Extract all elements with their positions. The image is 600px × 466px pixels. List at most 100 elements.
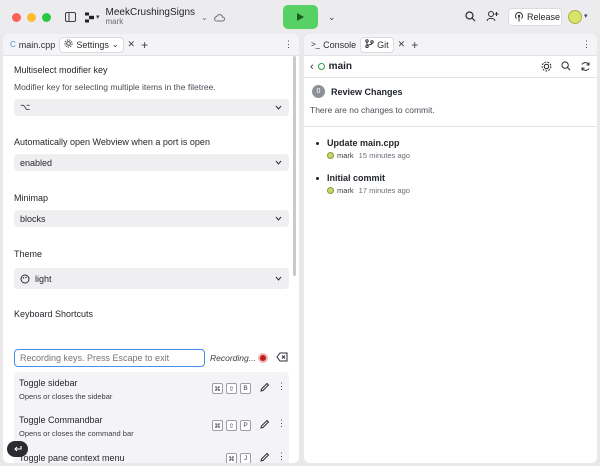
pane-menu-icon[interactable]: ⋮ xyxy=(582,39,591,50)
avatar xyxy=(327,152,334,159)
setting-label-theme: Theme xyxy=(14,249,43,259)
more-options-icon[interactable]: ⋮ xyxy=(277,418,286,429)
commit-node xyxy=(316,177,319,180)
avatar[interactable] xyxy=(568,10,582,24)
code-file-icon: C xyxy=(10,40,16,49)
repl-owner: mark xyxy=(105,17,124,27)
refresh-icon[interactable] xyxy=(580,61,591,74)
tab-settings-label: Settings xyxy=(76,39,109,50)
tab-console-label: Console xyxy=(323,39,357,50)
more-options-icon[interactable]: ⋮ xyxy=(277,451,286,462)
tab-git[interactable]: Git xyxy=(360,36,394,53)
float-action-button[interactable] xyxy=(7,441,28,457)
theme-select[interactable]: light xyxy=(14,268,289,289)
key-letter: B xyxy=(240,383,251,394)
commit-item[interactable]: Initial commit mark 17 minutes ago xyxy=(327,173,410,195)
run-button[interactable] xyxy=(283,5,318,29)
gear-icon[interactable] xyxy=(541,61,552,74)
close-tab-icon[interactable]: ✕ xyxy=(398,39,406,50)
repl-menu-chevron-icon[interactable]: ⌄ xyxy=(201,13,208,22)
divider xyxy=(304,126,597,127)
settings-content: Multiselect modifier key Modifier key fo… xyxy=(3,56,299,463)
run-options-chevron-icon[interactable]: ⌄ xyxy=(328,12,336,23)
no-changes-message: There are no changes to commit. xyxy=(310,105,435,115)
setting-desc-multiselect: Modifier key for selecting multiple item… xyxy=(14,82,216,92)
add-tab-icon[interactable]: + xyxy=(411,38,418,52)
invite-user-icon[interactable] xyxy=(486,10,499,22)
record-button[interactable] xyxy=(258,353,268,363)
list-item[interactable]: Toggle sidebar Opens or closes the sideb… xyxy=(14,376,289,412)
search-icon[interactable] xyxy=(465,11,476,22)
terminal-icon: >_ xyxy=(311,40,321,49)
tab-main-cpp-label: main.cpp xyxy=(18,39,56,50)
pane-menu-icon[interactable]: ⋮ xyxy=(284,39,293,50)
auto-webview-select[interactable]: enabled xyxy=(14,154,289,171)
select-value: enabled xyxy=(20,157,53,168)
minimize-window-button[interactable] xyxy=(27,12,36,22)
more-options-icon[interactable]: ⋮ xyxy=(277,381,286,392)
close-window-button[interactable] xyxy=(12,12,21,22)
review-changes-header[interactable]: 0 Review Changes xyxy=(312,85,403,98)
chevron-down-icon xyxy=(275,160,282,165)
recording-status: Recording... xyxy=(210,353,256,363)
branch-name[interactable]: main xyxy=(317,61,352,72)
list-item[interactable]: Toggle pane context menu ⌘ J ⋮ xyxy=(14,450,289,463)
commit-item[interactable]: Update main.cpp mark 15 minutes ago xyxy=(327,138,410,160)
commit-meta: mark 17 minutes ago xyxy=(327,186,410,195)
sidebar-toggle-icon[interactable] xyxy=(65,12,76,22)
key-shift: ⇧ xyxy=(226,420,237,431)
git-toolbar xyxy=(541,61,591,74)
commit-time: 17 minutes ago xyxy=(358,186,410,195)
edit-pencil-icon[interactable] xyxy=(260,452,270,463)
release-button[interactable]: Release xyxy=(508,8,562,26)
commit-time: 15 minutes ago xyxy=(358,151,410,160)
settings-pane: C main.cpp Settings ⌄ ✕ + ⋮ Multiselect … xyxy=(3,34,299,463)
tab-console[interactable]: >_ Console xyxy=(307,37,360,53)
window-controls xyxy=(12,12,51,22)
tab-git-label: Git xyxy=(377,39,389,50)
repl-info[interactable]: MeekCrushingSigns mark xyxy=(105,7,196,27)
setting-label-webview: Automatically open Webview when a port i… xyxy=(14,137,210,147)
shortcut-title: Toggle sidebar xyxy=(19,378,78,388)
select-value: ⌥ xyxy=(20,102,31,112)
list-item[interactable]: Toggle Commandbar Opens or closes the co… xyxy=(14,413,289,449)
close-tab-icon[interactable]: ✕ xyxy=(128,39,136,50)
cloud-sync-icon[interactable] xyxy=(213,13,225,22)
account-chevron-icon[interactable]: ▾ xyxy=(584,12,588,20)
shortcut-search-input[interactable] xyxy=(14,349,205,367)
maximize-window-button[interactable] xyxy=(42,12,51,22)
settings-scrollbar[interactable] xyxy=(293,56,296,276)
back-arrow-icon[interactable]: ‹ xyxy=(310,61,314,73)
add-tab-icon[interactable]: + xyxy=(141,38,148,52)
multiselect-modifier-select[interactable]: ⌥ xyxy=(14,99,289,116)
edit-pencil-icon[interactable] xyxy=(260,419,270,431)
review-changes-label: Review Changes xyxy=(331,86,403,97)
edit-pencil-icon[interactable] xyxy=(260,382,270,394)
replit-logo-icon[interactable] xyxy=(84,12,95,23)
release-label: Release xyxy=(527,12,561,22)
git-header: ‹ main xyxy=(304,56,597,78)
search-icon[interactable] xyxy=(561,61,571,74)
shortcut-list: Toggle sidebar Opens or closes the sideb… xyxy=(14,372,289,463)
right-tab-bar: >_ Console Git ✕ + ⋮ xyxy=(304,34,597,56)
tab-main-cpp[interactable]: C main.cpp xyxy=(6,37,59,53)
chevron-down-icon[interactable]: ▾ xyxy=(96,13,100,21)
key-letter: P xyxy=(240,420,251,431)
play-icon xyxy=(297,13,304,21)
chevron-down-icon xyxy=(275,216,282,221)
title-bar: ▾ MeekCrushingSigns mark ⌄ ⌄ Release ▾ xyxy=(0,0,600,34)
commit-author: mark xyxy=(337,151,354,160)
shortcut-description: Opens or closes the sidebar xyxy=(19,392,113,401)
setting-label-minimap: Minimap xyxy=(14,193,49,203)
tab-settings-chevron-icon[interactable]: ⌄ xyxy=(112,40,119,49)
return-arrow-icon xyxy=(14,446,22,452)
palette-icon xyxy=(20,274,30,283)
commit-title: Initial commit xyxy=(327,173,386,183)
tab-settings[interactable]: Settings ⌄ xyxy=(59,36,124,53)
key-letter: J xyxy=(240,453,251,463)
commit-author: mark xyxy=(337,186,354,195)
minimap-select[interactable]: blocks xyxy=(14,210,289,227)
key-command: ⌘ xyxy=(212,383,223,394)
backspace-icon[interactable] xyxy=(276,352,288,364)
shortcut-title: Toggle Commandbar xyxy=(19,415,103,425)
